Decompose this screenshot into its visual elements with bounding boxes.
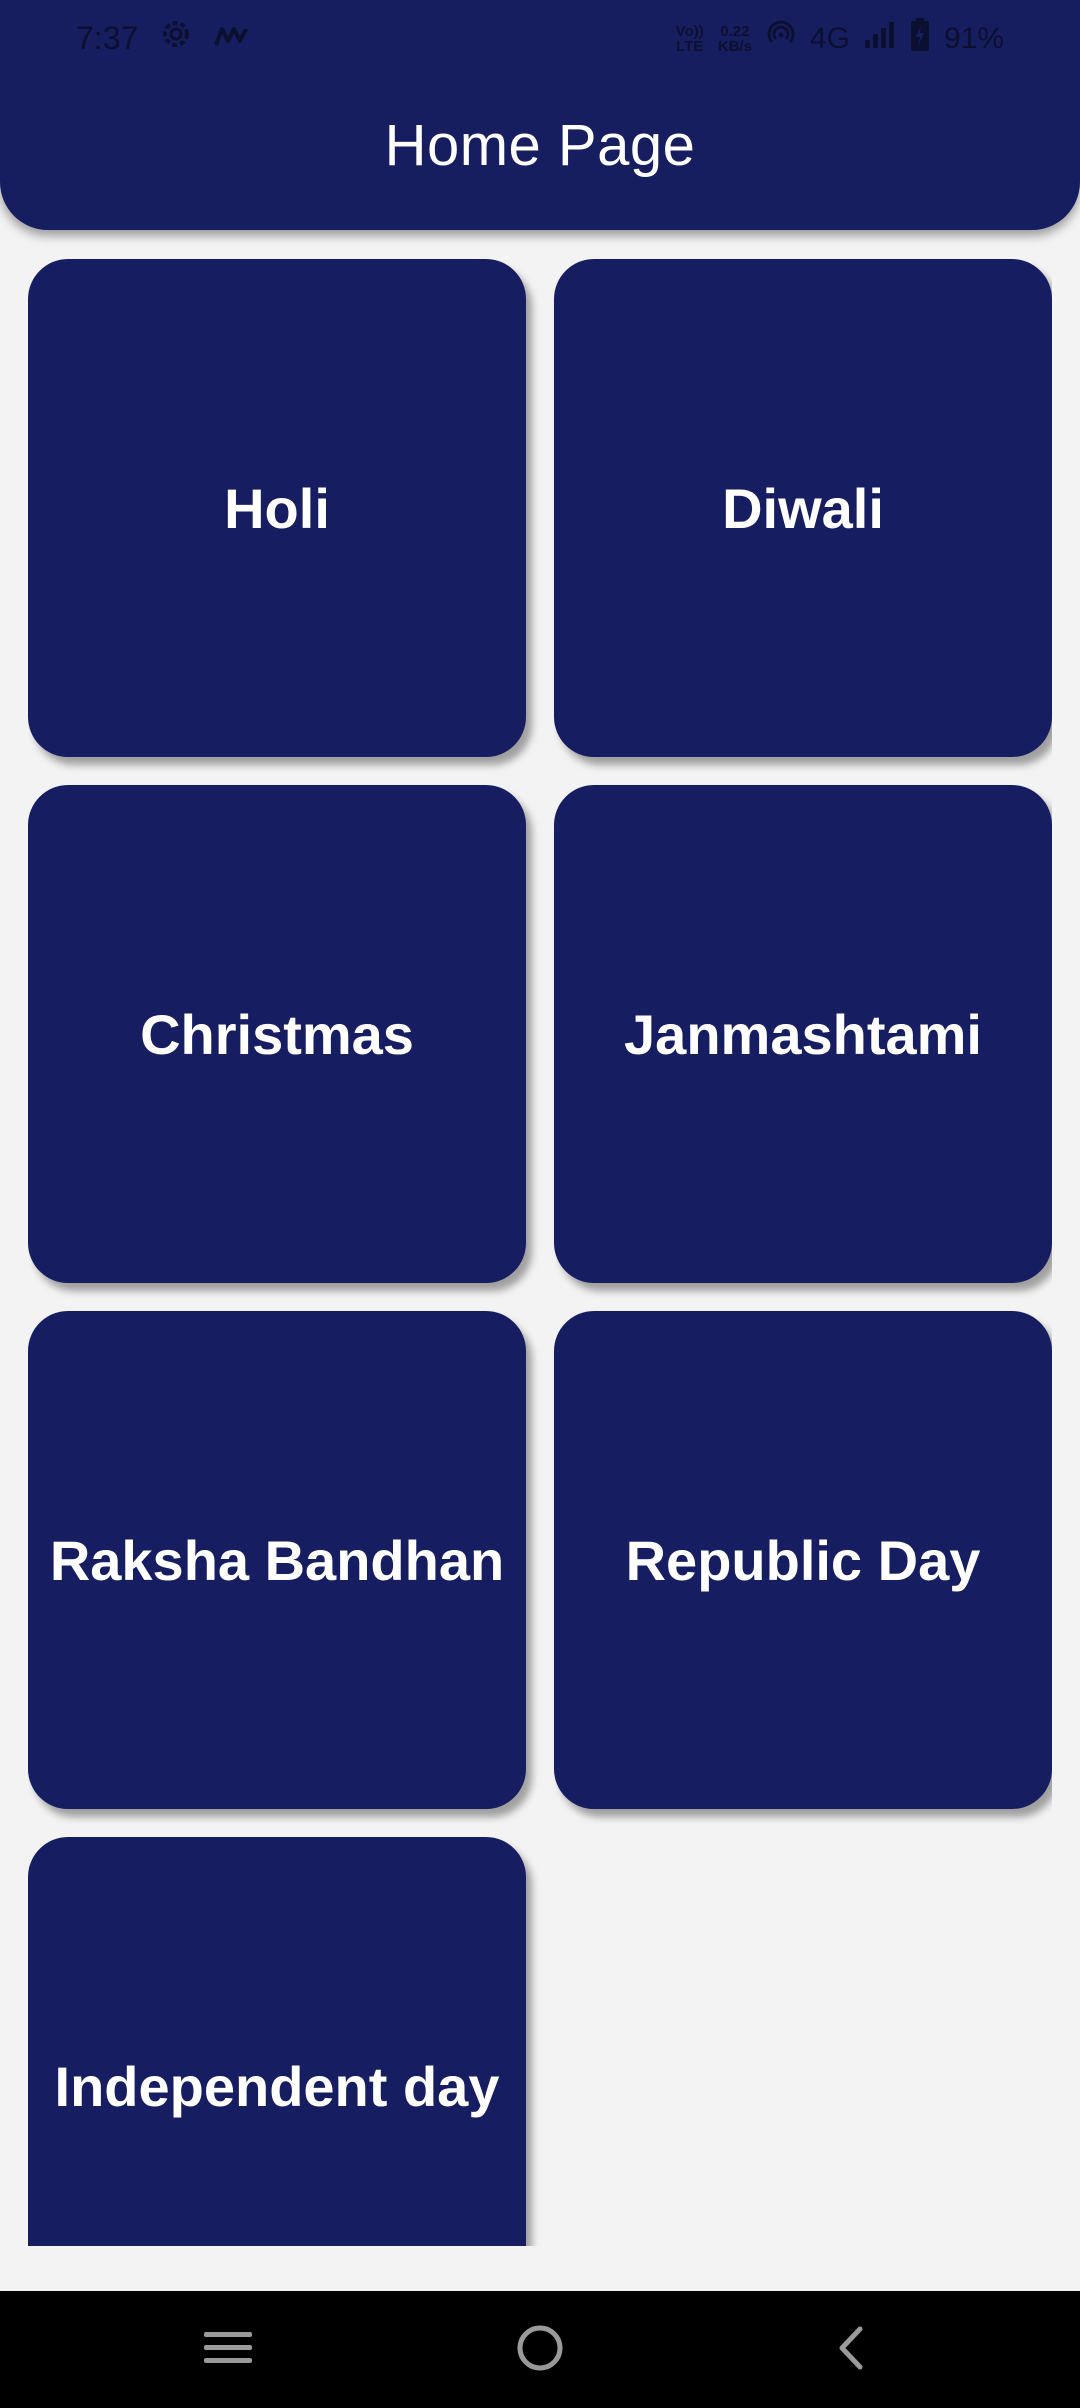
festival-tile-label: Christmas bbox=[140, 1002, 414, 1066]
hotspot-icon bbox=[766, 20, 796, 58]
page-title: Home Page bbox=[384, 113, 696, 178]
festival-tile-independent-day[interactable]: Independent day bbox=[28, 1837, 526, 2246]
back-button[interactable] bbox=[815, 2317, 885, 2383]
status-bar: 7:37 Vo)) LTE 0.22 KB/s 4G 91% bbox=[0, 0, 1080, 78]
network-type: 4G bbox=[809, 22, 850, 55]
festival-tile-christmas[interactable]: Christmas bbox=[28, 785, 526, 1283]
recent-apps-button[interactable] bbox=[193, 2317, 263, 2383]
system-nav-bar bbox=[0, 2291, 1080, 2408]
festival-tile-diwali[interactable]: Diwali bbox=[554, 259, 1052, 757]
festival-tile-label: Republic Day bbox=[625, 1528, 981, 1592]
network-speed: 0.22 KB/s bbox=[717, 23, 752, 55]
festival-tile-holi[interactable]: Holi bbox=[28, 259, 526, 757]
festival-tile-janmashtami[interactable]: Janmashtami bbox=[554, 785, 1052, 1283]
festival-tile-label: Diwali bbox=[722, 476, 884, 540]
battery-icon bbox=[910, 18, 930, 60]
battery-percent: 91% bbox=[943, 22, 1004, 55]
volte-indicator: Vo)) LTE bbox=[675, 23, 704, 55]
festival-tile-label: Independent day bbox=[54, 2054, 500, 2118]
home-circle-icon bbox=[515, 2323, 565, 2378]
home-button[interactable] bbox=[505, 2317, 575, 2383]
festival-tile-label: Janmashtami bbox=[624, 1002, 982, 1066]
festival-tile-republic-day[interactable]: Republic Day bbox=[554, 1311, 1052, 1809]
menu-icon bbox=[202, 2328, 254, 2373]
festival-tile-label: Raksha Bandhan bbox=[49, 1528, 505, 1592]
status-time: 7:37 bbox=[76, 19, 139, 56]
back-icon bbox=[830, 2323, 870, 2378]
app-notification-icon bbox=[214, 20, 249, 57]
festival-tile-label: Holi bbox=[224, 476, 330, 540]
app-bar: 7:37 Vo)) LTE 0.22 KB/s 4G 91% Home Page bbox=[0, 0, 1080, 230]
festival-tile-raksha-bandhan[interactable]: Raksha Bandhan bbox=[28, 1311, 526, 1809]
settings-gear-icon bbox=[160, 18, 192, 58]
festival-grid: Holi Diwali Christmas Janmashtami Raksha… bbox=[28, 259, 1052, 2246]
signal-icon bbox=[864, 20, 896, 58]
